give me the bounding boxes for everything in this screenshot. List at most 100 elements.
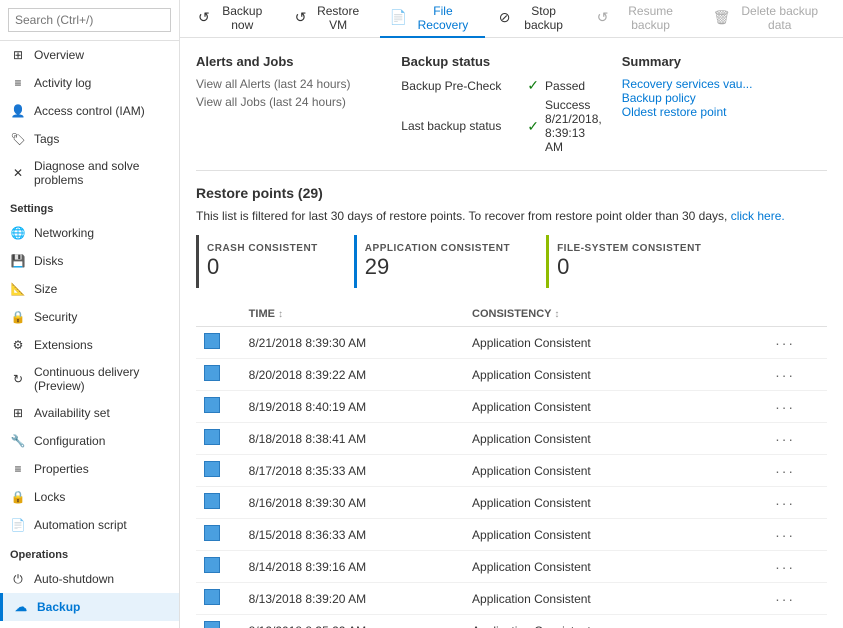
filter-link[interactable]: click here.: [731, 209, 785, 223]
sidebar-item-properties[interactable]: ≡ Properties: [0, 455, 179, 483]
restore-points-table: TIME ↕ CONSISTENCY ↕ 8/21/2018 8:39:30 A…: [196, 302, 827, 628]
row-more-cell[interactable]: ···: [743, 519, 827, 551]
search-box[interactable]: [0, 0, 179, 41]
sidebar-item-automation-script[interactable]: 📄 Automation script: [0, 511, 179, 539]
row-consistency: Application Consistent: [464, 455, 743, 487]
sidebar-item-backup[interactable]: ☁ Backup: [0, 593, 179, 621]
col-header-time[interactable]: TIME ↕: [241, 302, 464, 327]
restore-points-title: Restore points (29): [196, 185, 827, 201]
table-row[interactable]: 8/19/2018 8:40:19 AM Application Consist…: [196, 391, 827, 423]
search-input[interactable]: [8, 8, 171, 32]
operations-section-label: Operations: [0, 539, 179, 565]
row-more-cell[interactable]: ···: [743, 423, 827, 455]
table-row[interactable]: 8/20/2018 8:39:22 AM Application Consist…: [196, 359, 827, 391]
sidebar-item-disaster-recovery[interactable]: 🔄 Disaster recovery: [0, 621, 179, 628]
row-more-cell[interactable]: ···: [743, 487, 827, 519]
restore-vm-button[interactable]: ↺ Restore VM: [285, 0, 376, 38]
app-consistent-label: APPLICATION CONSISTENT: [365, 243, 510, 254]
availability-set-icon: ⊞: [10, 405, 26, 421]
alerts-jobs-title: Alerts and Jobs: [196, 54, 381, 69]
more-button[interactable]: ···: [775, 367, 795, 383]
row-more-cell[interactable]: ···: [743, 327, 827, 359]
table-row[interactable]: 8/15/2018 8:36:33 AM Application Consist…: [196, 519, 827, 551]
col-header-consistency[interactable]: CONSISTENCY ↕: [464, 302, 743, 327]
view-alerts-link[interactable]: View all Alerts (last 24 hours): [196, 77, 381, 91]
more-button[interactable]: ···: [775, 527, 795, 543]
more-button[interactable]: ···: [775, 559, 795, 575]
configuration-icon: 🔧: [10, 433, 26, 449]
sidebar-item-continuous-delivery[interactable]: ↻ Continuous delivery (Preview): [0, 359, 179, 399]
row-more-cell[interactable]: ···: [743, 615, 827, 628]
stop-backup-button[interactable]: ⊘ Stop backup: [489, 0, 583, 38]
row-time: 8/14/2018 8:39:16 AM: [241, 551, 464, 583]
networking-icon: 🌐: [10, 225, 26, 241]
backup-status-panel: Backup status Backup Pre-Check ✓ Passed …: [401, 54, 621, 158]
disks-icon: 💾: [10, 253, 26, 269]
table-row[interactable]: 8/12/2018 8:35:22 AM Application Consist…: [196, 615, 827, 628]
more-button[interactable]: ···: [775, 335, 795, 351]
last-backup-icon: ✓: [527, 118, 539, 135]
table-row[interactable]: 8/16/2018 8:39:30 AM Application Consist…: [196, 487, 827, 519]
sidebar-item-access-control[interactable]: 👤 Access control (IAM): [0, 97, 179, 125]
pre-check-icon: ✓: [527, 77, 539, 94]
row-more-cell[interactable]: ···: [743, 359, 827, 391]
row-more-cell[interactable]: ···: [743, 391, 827, 423]
view-jobs-link[interactable]: View all Jobs (last 24 hours): [196, 95, 381, 109]
resume-backup-button[interactable]: ↺ Resume backup: [587, 0, 699, 38]
row-more-cell[interactable]: ···: [743, 455, 827, 487]
row-consistency: Application Consistent: [464, 423, 743, 455]
sidebar-item-disks[interactable]: 💾 Disks: [0, 247, 179, 275]
sidebar-item-activity-log[interactable]: ≡ Activity log: [0, 69, 179, 97]
time-sort-icon: ↕: [278, 309, 283, 320]
summary-item-1[interactable]: Backup policy: [622, 91, 807, 105]
row-time: 8/18/2018 8:38:41 AM: [241, 423, 464, 455]
sidebar-item-security[interactable]: 🔒 Security: [0, 303, 179, 331]
summary-item-2[interactable]: Oldest restore point: [622, 105, 807, 119]
table-row[interactable]: 8/13/2018 8:39:20 AM Application Consist…: [196, 583, 827, 615]
row-time: 8/13/2018 8:39:20 AM: [241, 583, 464, 615]
row-more-cell[interactable]: ···: [743, 551, 827, 583]
fs-consistent-label: FILE-SYSTEM CONSISTENT: [557, 243, 701, 254]
crash-consistent-value: 0: [207, 254, 318, 280]
sidebar-item-auto-shutdown[interactable]: ⏻ Auto-shutdown: [0, 565, 179, 593]
sidebar-item-size[interactable]: 📐 Size: [0, 275, 179, 303]
table-row[interactable]: 8/21/2018 8:39:30 AM Application Consist…: [196, 327, 827, 359]
fs-consistent-value: 0: [557, 254, 701, 280]
table-row[interactable]: 8/14/2018 8:39:16 AM Application Consist…: [196, 551, 827, 583]
tags-icon: 🏷: [10, 131, 26, 147]
toolbar: ↺ Backup now ↺ Restore VM 📄 File Recover…: [180, 0, 843, 38]
delete-backup-data-button[interactable]: 🗑 Delete backup data: [703, 0, 835, 38]
row-more-cell[interactable]: ···: [743, 583, 827, 615]
row-icon-cell: [196, 423, 241, 455]
row-consistency: Application Consistent: [464, 519, 743, 551]
alerts-jobs-panel: Alerts and Jobs View all Alerts (last 24…: [196, 54, 401, 158]
overview-icon: ⊞: [10, 47, 26, 63]
sidebar-item-extensions[interactable]: ⚙ Extensions: [0, 331, 179, 359]
settings-section-label: Settings: [0, 193, 179, 219]
more-button[interactable]: ···: [775, 431, 795, 447]
sidebar-item-overview[interactable]: ⊞ Overview: [0, 41, 179, 69]
more-button[interactable]: ···: [775, 463, 795, 479]
summary-item-0[interactable]: Recovery services vau...: [622, 77, 807, 91]
row-consistency: Application Consistent: [464, 391, 743, 423]
sidebar-item-configuration[interactable]: 🔧 Configuration: [0, 427, 179, 455]
file-recovery-icon: 📄: [390, 9, 407, 26]
more-button[interactable]: ···: [775, 399, 795, 415]
sidebar-item-availability-set[interactable]: ⊞ Availability set: [0, 399, 179, 427]
row-icon: [204, 557, 220, 573]
sidebar-item-diagnose[interactable]: ✕ Diagnose and solve problems: [0, 153, 179, 193]
row-time: 8/17/2018 8:35:33 AM: [241, 455, 464, 487]
sidebar-item-tags[interactable]: 🏷 Tags: [0, 125, 179, 153]
sidebar-item-networking[interactable]: 🌐 Networking: [0, 219, 179, 247]
row-consistency: Application Consistent: [464, 615, 743, 628]
file-recovery-button[interactable]: 📄 File Recovery: [380, 0, 485, 38]
row-time: 8/19/2018 8:40:19 AM: [241, 391, 464, 423]
row-icon-cell: [196, 487, 241, 519]
table-row[interactable]: 8/18/2018 8:38:41 AM Application Consist…: [196, 423, 827, 455]
more-button[interactable]: ···: [775, 495, 795, 511]
table-row[interactable]: 8/17/2018 8:35:33 AM Application Consist…: [196, 455, 827, 487]
sidebar-item-locks[interactable]: 🔒 Locks: [0, 483, 179, 511]
backup-now-button[interactable]: ↺ Backup now: [188, 0, 281, 38]
more-button[interactable]: ···: [775, 623, 795, 628]
more-button[interactable]: ···: [775, 591, 795, 607]
